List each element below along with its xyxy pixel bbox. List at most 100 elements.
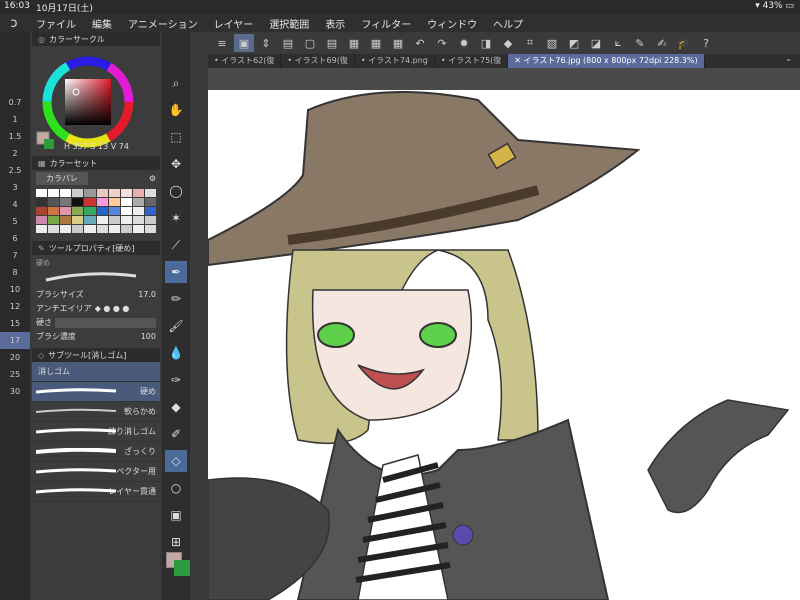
- hardness-slider[interactable]: [55, 317, 156, 328]
- move-icon[interactable]: ✥: [165, 153, 187, 175]
- brush-size-item[interactable]: 0.7: [0, 94, 30, 111]
- brush-size-value[interactable]: 17.0: [138, 290, 156, 299]
- zoom-icon[interactable]: ⌕: [165, 72, 187, 94]
- brush-size-item[interactable]: 17: [0, 332, 30, 349]
- menu-edit[interactable]: 編集: [84, 16, 120, 31]
- status-battery: ▾ 43% ▭: [755, 1, 794, 11]
- open-icon[interactable]: ▤: [322, 34, 342, 52]
- brush-size-item[interactable]: 1.5: [0, 128, 30, 145]
- decoration-icon[interactable]: ✐: [165, 423, 187, 445]
- frame-icon[interactable]: ⊞: [165, 531, 187, 553]
- hand-icon[interactable]: ✋: [165, 99, 187, 121]
- menu-window[interactable]: ウィンドウ: [419, 16, 485, 31]
- subtool-item[interactable]: レイヤー貫通: [32, 482, 160, 502]
- deselect-icon[interactable]: ▧: [542, 34, 562, 52]
- export-tiff-icon[interactable]: ▦: [388, 34, 408, 52]
- tab-document[interactable]: • イラスト69(復: [281, 54, 355, 68]
- pen-icon[interactable]: ✒: [165, 261, 187, 283]
- canvas-area[interactable]: [208, 68, 800, 600]
- transform-icon[interactable]: ⌗: [520, 34, 540, 52]
- brush-size-item[interactable]: 5: [0, 213, 30, 230]
- pen-pressure-icon[interactable]: ✎: [630, 34, 650, 52]
- app-logo-icon[interactable]: ↄ: [0, 16, 28, 31]
- lasso-icon[interactable]: ◯: [165, 180, 187, 202]
- eraser-icon[interactable]: ◇: [165, 450, 187, 472]
- brush-size-item[interactable]: 6: [0, 230, 30, 247]
- tab-document[interactable]: • イラスト74.png: [355, 54, 435, 68]
- antialias-label: アンチエイリア: [36, 304, 92, 313]
- airbrush-icon[interactable]: ✑: [165, 369, 187, 391]
- brush-size-item[interactable]: 3: [0, 179, 30, 196]
- menu-bar: ↄ ファイル 編集 アニメーション レイヤー 選択範囲 表示 フィルター ウィン…: [0, 14, 800, 32]
- brush-size-item[interactable]: 25: [0, 366, 30, 383]
- learn-icon[interactable]: 🎓: [674, 34, 694, 52]
- save-icon[interactable]: ▤: [278, 34, 298, 52]
- tab-document[interactable]: • イラスト62(復: [208, 54, 282, 68]
- fill-icon[interactable]: ◆: [165, 396, 187, 418]
- gradient-icon[interactable]: ▣: [165, 504, 187, 526]
- chevron-icon[interactable]: ⇕: [256, 34, 276, 52]
- brush-size-item[interactable]: 1: [0, 111, 30, 128]
- subtool-item[interactable]: 練り消しゴム: [32, 422, 160, 442]
- color-set-dropdown[interactable]: カラパレ: [36, 172, 88, 185]
- subtool-group[interactable]: 消しゴム: [32, 362, 160, 382]
- magic-wand-icon[interactable]: ✶: [165, 207, 187, 229]
- subtool-item[interactable]: ベクター用: [32, 462, 160, 482]
- brush-size-item[interactable]: 2: [0, 145, 30, 162]
- color-wheel-graphic[interactable]: [32, 46, 160, 156]
- antialias-options[interactable]: ◆ ● ● ●: [95, 304, 130, 313]
- tab-document[interactable]: • イラスト75(復: [435, 54, 509, 68]
- brush-size-item[interactable]: 2.5: [0, 162, 30, 179]
- subtool-item[interactable]: ざっくり: [32, 442, 160, 462]
- pencil-icon[interactable]: ✏: [165, 288, 187, 310]
- smoothing-icon[interactable]: ✍: [652, 34, 672, 52]
- color-swap-widget[interactable]: [166, 552, 190, 576]
- menu-animation[interactable]: アニメーション: [120, 16, 206, 31]
- selection-icon[interactable]: ◪: [586, 34, 606, 52]
- redo-icon[interactable]: ↷: [432, 34, 452, 52]
- color-circle-header: ◎ カラーサークル: [32, 32, 160, 46]
- new-icon[interactable]: ▣: [234, 34, 254, 52]
- brush-icon[interactable]: 🖌: [165, 315, 187, 337]
- brush-size-item[interactable]: 30: [0, 383, 30, 400]
- color-wheel[interactable]: H 357 S 13 V 74: [32, 46, 160, 156]
- color-set-toolbar: カラパレ ⚙: [32, 170, 160, 187]
- subtool-item[interactable]: 軟らかめ: [32, 402, 160, 422]
- wrench-icon[interactable]: ⚙: [149, 174, 156, 183]
- clear-icon[interactable]: ◨: [476, 34, 496, 52]
- brush-size-item[interactable]: 8: [0, 264, 30, 281]
- brush-size-item[interactable]: 20: [0, 349, 30, 366]
- menu-help[interactable]: ヘルプ: [485, 16, 531, 31]
- brush-size-item[interactable]: 10: [0, 281, 30, 298]
- color-swatches[interactable]: [32, 187, 160, 235]
- fill-icon[interactable]: ◆: [498, 34, 518, 52]
- brush-size-item[interactable]: 12: [0, 298, 30, 315]
- background-color[interactable]: [174, 560, 190, 576]
- shape-icon[interactable]: ○: [165, 477, 187, 499]
- subtool-item[interactable]: 硬め: [32, 382, 160, 402]
- operation-icon[interactable]: ⬚: [165, 126, 187, 148]
- brush-size-item[interactable]: 7: [0, 247, 30, 264]
- help-icon[interactable]: ?: [696, 34, 716, 52]
- loading-icon[interactable]: ✹: [454, 34, 474, 52]
- menu-selection[interactable]: 選択範囲: [261, 16, 317, 31]
- invert-icon[interactable]: ◩: [564, 34, 584, 52]
- density-value[interactable]: 100: [141, 332, 156, 341]
- tab-active-document[interactable]: ✕ イラスト76.jpg (800 x 800px 72dpi 228.3%): [508, 54, 705, 68]
- export-jpg-icon[interactable]: ▦: [366, 34, 386, 52]
- menu-file[interactable]: ファイル: [28, 16, 84, 31]
- menu-icon[interactable]: ≡: [212, 34, 232, 52]
- ruler-icon[interactable]: ⟀: [608, 34, 628, 52]
- export-png-icon[interactable]: ▦: [344, 34, 364, 52]
- brush-size-item[interactable]: 15: [0, 315, 30, 332]
- undo-icon[interactable]: ↶: [410, 34, 430, 52]
- brush-size-item[interactable]: 4: [0, 196, 30, 213]
- menu-view[interactable]: 表示: [317, 16, 353, 31]
- menu-filter[interactable]: フィルター: [353, 16, 419, 31]
- blend-icon[interactable]: 💧: [165, 342, 187, 364]
- drawing-paper[interactable]: [208, 90, 800, 600]
- menu-layer[interactable]: レイヤー: [206, 16, 262, 31]
- new-file-icon[interactable]: ▢: [300, 34, 320, 52]
- eyedropper-icon[interactable]: ⟋: [165, 234, 187, 256]
- chevron-down-icon[interactable]: ⌄: [785, 54, 792, 63]
